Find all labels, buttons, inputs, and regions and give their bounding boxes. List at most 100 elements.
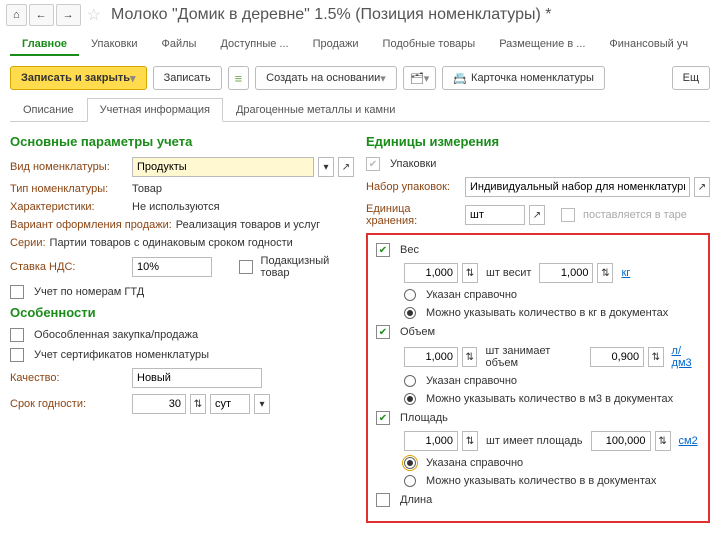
quality-input[interactable] [132,368,262,388]
excise-label: Подакцизный товар [261,255,354,279]
weight-ref-label: Указан справочно [426,289,517,301]
card-button[interactable]: Карточка номенклатуры [442,66,605,90]
menu-placement[interactable]: Размещение в ... [487,34,597,56]
volume-can-label: Можно указывать количество в м3 в докуме… [426,393,673,405]
set-label: Набор упаковок: [366,181,461,193]
volume-val-input[interactable] [590,347,644,367]
area-can-radio[interactable] [404,475,416,487]
folder-button[interactable] [403,66,437,90]
gtd-check[interactable] [10,285,24,299]
area-qty-input[interactable] [404,431,458,451]
weight-text: шт весит [486,267,531,279]
menu-similar[interactable]: Подобные товары [371,34,488,56]
area-qty-step[interactable]: ⇅ [462,431,478,451]
weight-val-input[interactable] [539,263,593,283]
menu-files[interactable]: Файлы [149,34,208,56]
isolated-label: Обособленная закупка/продажа [34,329,198,341]
right-column: Единицы измерения Упаковки Набор упаково… [366,130,710,523]
packs-label: Упаковки [390,158,436,170]
tab-accounting[interactable]: Учетная информация [87,98,223,122]
certs-label: Учет сертификатов номенклатуры [34,349,209,361]
weight-can-radio[interactable] [404,307,416,319]
kind-dropdown[interactable]: ▾ [318,157,334,177]
volume-qty-step[interactable]: ⇅ [462,347,477,367]
back-button[interactable]: ← [29,4,54,26]
gtd-label: Учет по номерам ГТД [34,286,144,298]
type-label: Тип номенклатуры: [10,183,128,195]
kind-input[interactable] [132,157,314,177]
volume-ref-radio[interactable] [404,375,416,387]
menu-main[interactable]: Главное [10,34,79,56]
cm2-link[interactable]: см2 [679,435,698,447]
tab-metals[interactable]: Драгоценные металлы и камни [223,98,408,121]
volume-label: Объем [400,326,435,338]
favorite-icon[interactable]: ☆ [87,5,101,25]
save-button[interactable]: Записать [153,66,222,90]
list-icon [235,71,243,86]
save-close-button[interactable]: Записать и закрыть [10,66,147,90]
vat-input[interactable] [132,257,212,277]
length-check[interactable] [376,493,390,507]
series-label: Серии: [10,237,46,249]
certs-check[interactable] [10,348,24,362]
more-button[interactable]: Ещ [672,66,710,90]
volume-can-radio[interactable] [404,393,416,405]
char-label: Характеристики: [10,201,128,213]
store-label: Единица хранения: [366,203,461,227]
menu-finance[interactable]: Финансовый уч [597,34,700,56]
weight-qty-input[interactable] [404,263,458,283]
weight-val-step[interactable]: ⇅ [597,263,613,283]
create-from-button[interactable]: Создать на основании [255,66,397,90]
area-ref-radio[interactable] [404,457,416,469]
volume-qty-input[interactable] [404,347,458,367]
volume-check[interactable] [376,325,390,339]
isolated-check[interactable] [10,328,24,342]
store-open[interactable]: ↗ [529,205,545,225]
area-label: Площадь [400,412,448,424]
volume-ref-label: Указан справочно [426,375,517,387]
list-button[interactable] [228,66,250,90]
left-column: Основные параметры учета Вид номенклатур… [10,130,354,523]
tare-label: поставляется в таре [583,209,687,221]
area-text: шт имеет площадь [486,435,583,447]
area-val-step[interactable]: ⇅ [655,431,671,451]
forward-button[interactable]: → [56,4,81,26]
excise-check[interactable] [239,260,253,274]
menu-packs[interactable]: Упаковки [79,34,149,56]
area-can-label: Можно указывать количество в в документа… [426,475,656,487]
char-value: Не используются [132,201,220,213]
set-open[interactable]: ↗ [694,177,710,197]
shelf-stepper[interactable]: ⇅ [190,394,206,414]
section-main-params: Основные параметры учета [10,134,354,149]
shelf-input[interactable] [132,394,186,414]
volume-val-step[interactable]: ⇅ [648,347,663,367]
kind-open[interactable]: ↗ [338,157,354,177]
tab-description[interactable]: Описание [10,98,87,121]
menu-sales[interactable]: Продажи [301,34,371,56]
series-value: Партии товаров с одинаковым сроком годно… [50,237,293,249]
shelf-unit-input[interactable] [210,394,250,414]
store-input[interactable] [465,205,525,225]
weight-ref-radio[interactable] [404,289,416,301]
folder-icon [410,72,424,85]
set-input[interactable] [465,177,690,197]
length-label: Длина [400,494,432,506]
kg-link[interactable]: кг [621,267,630,279]
shelf-unit-drop[interactable]: ▾ [254,394,270,414]
variant-label: Вариант оформления продажи: [10,219,172,231]
menu-available[interactable]: Доступные ... [208,34,300,56]
weight-label: Вес [400,244,419,256]
variant-value: Реализация товаров и услуг [176,219,320,231]
area-check[interactable] [376,411,390,425]
volume-text: шт занимает объем [485,345,582,369]
area-val-input[interactable] [591,431,651,451]
packs-check [366,157,380,171]
kind-label: Вид номенклатуры: [10,161,128,173]
section-features: Особенности [10,305,354,320]
window-title: Молоко "Домик в деревне" 1.5% (Позиция н… [111,6,552,24]
weight-qty-step[interactable]: ⇅ [462,263,478,283]
home-button[interactable]: ⌂ [6,4,27,26]
vat-label: Ставка НДС: [10,261,128,273]
ldm3-link[interactable]: л/дм3 [672,345,700,369]
weight-check[interactable] [376,243,390,257]
